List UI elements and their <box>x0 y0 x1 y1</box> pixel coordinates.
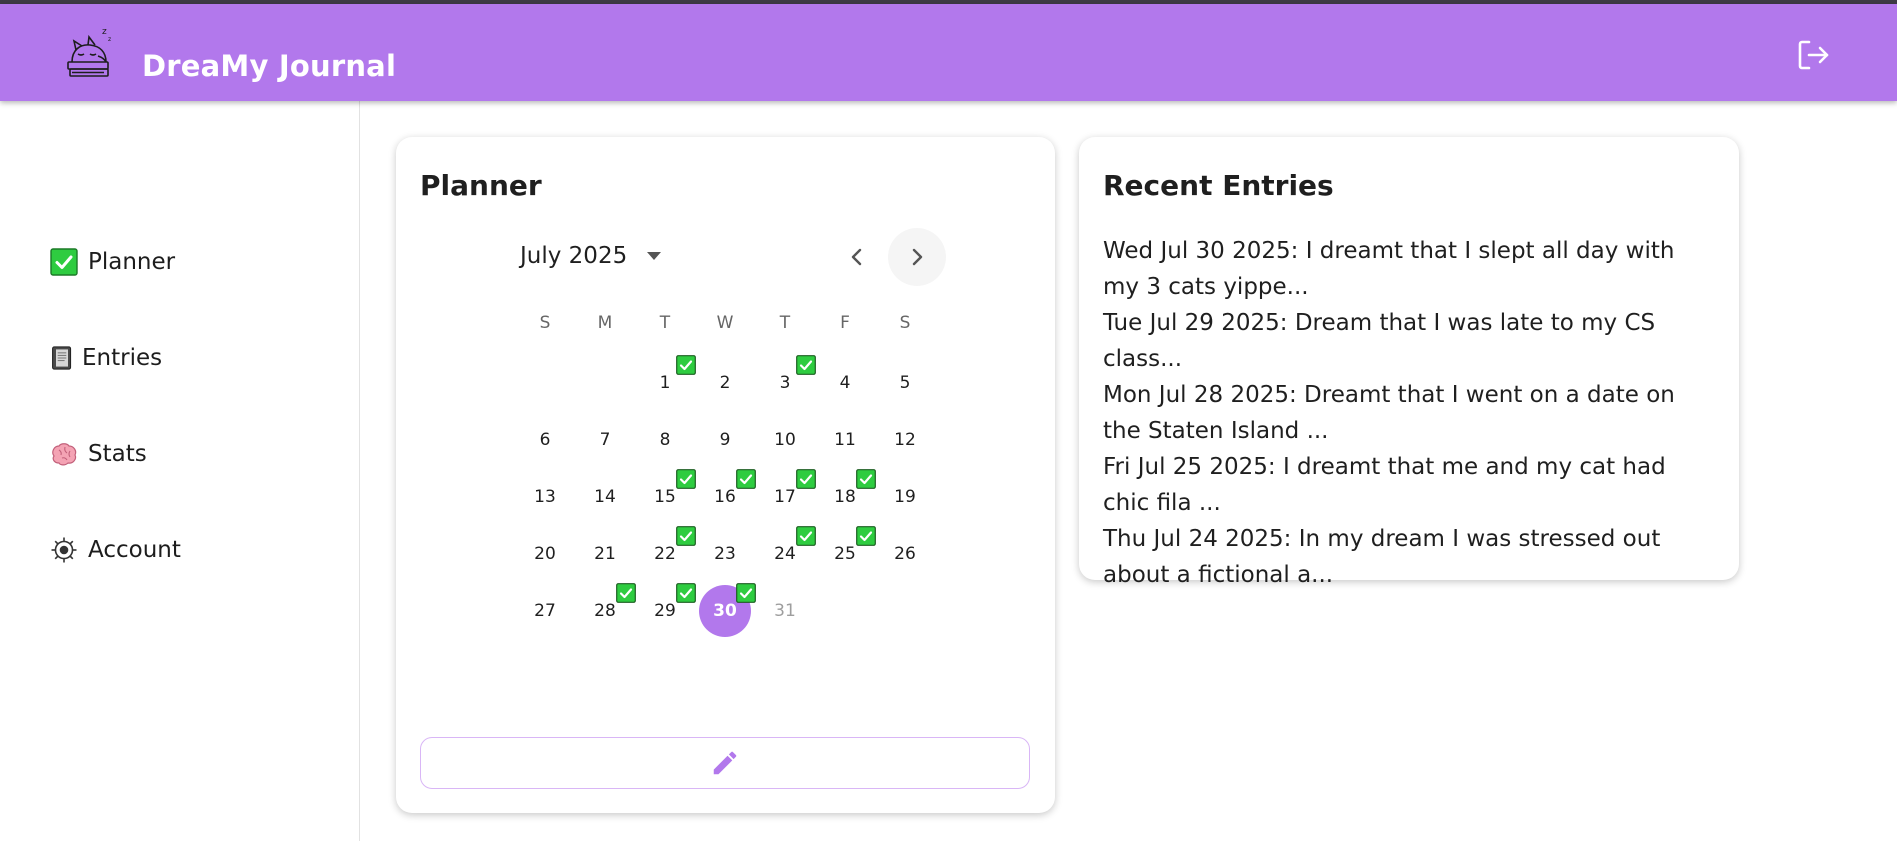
recent-entry[interactable]: Wed Jul 30 2025: I dreamt that I slept a… <box>1103 233 1715 305</box>
calendar-day[interactable]: 7 <box>579 414 631 466</box>
entry-checkmark-icon <box>616 583 636 603</box>
sidebar: Planner Entries Stats Account <box>0 101 360 841</box>
planner-card: Planner July 2025 SMTWTFS 1 2 3 4 5 6 7 8 9 10 11 1… <box>396 137 1055 813</box>
calendar-day[interactable]: 8 <box>639 414 691 466</box>
recent-entry[interactable]: Mon Jul 28 2025: Dreamt that I went on a… <box>1103 377 1715 449</box>
calendar-day[interactable]: 26 <box>879 528 931 580</box>
calendar-day[interactable]: 14 <box>579 471 631 523</box>
weekday-label: W <box>716 313 734 333</box>
recent-entries-card: Recent Entries Wed Jul 30 2025: I dreamt… <box>1079 137 1739 588</box>
month-label: July 2025 <box>520 243 628 269</box>
planner-title: Planner <box>420 169 542 202</box>
weekday-label: S <box>899 313 911 333</box>
write-entry-button[interactable] <box>420 737 1030 789</box>
sidebar-item-label: Planner <box>88 249 176 275</box>
calendar-day: 31 <box>774 601 796 621</box>
calendar-day[interactable]: 21 <box>579 528 631 580</box>
weekday-label: T <box>659 313 671 333</box>
sidebar-item-label: Entries <box>82 345 163 371</box>
calendar-day[interactable]: 13 <box>519 471 571 523</box>
entry-checkmark-icon <box>796 469 816 489</box>
sidebar-item-account[interactable]: Account <box>50 530 181 570</box>
chevron-right-icon <box>912 248 923 266</box>
recent-entry[interactable]: Tue Jul 29 2025: Dream that I was late t… <box>1103 305 1715 377</box>
logout-icon[interactable] <box>1794 36 1832 74</box>
sidebar-item-entries[interactable]: Entries <box>50 338 162 378</box>
calendar-day[interactable]: 27 <box>519 585 571 637</box>
previous-month-button[interactable] <box>828 228 886 286</box>
cat-sleeping-on-books-logo-icon: z z <box>67 27 111 77</box>
calendar-day[interactable]: 12 <box>879 414 931 466</box>
weekday-label: F <box>840 313 850 333</box>
entry-checkmark-icon <box>676 583 696 603</box>
entry-checkmark-icon <box>676 526 696 546</box>
entry-checkmark-icon <box>676 469 696 489</box>
caret-down-icon <box>647 252 662 260</box>
calendar-day[interactable]: 19 <box>879 471 931 523</box>
notebook-icon <box>52 346 72 370</box>
calendar-day[interactable]: 9 <box>699 414 751 466</box>
calendar-day[interactable]: 5 <box>879 357 931 409</box>
entry-checkmark-icon <box>736 583 756 603</box>
brain-icon <box>52 443 77 466</box>
recent-entry[interactable]: Fri Jul 25 2025: I dreamt that me and my… <box>1103 449 1715 521</box>
checkmark-box-icon <box>50 248 78 276</box>
weekday-label: S <box>539 313 551 333</box>
next-month-button[interactable] <box>888 228 946 286</box>
entry-checkmark-icon <box>796 526 816 546</box>
entry-checkmark-icon <box>736 469 756 489</box>
sidebar-item-stats[interactable]: Stats <box>50 434 147 474</box>
pencil-icon <box>713 751 737 775</box>
entry-checkmark-icon <box>676 355 696 375</box>
sidebar-item-planner[interactable]: Planner <box>50 242 175 282</box>
calendar-day[interactable]: 4 <box>819 357 871 409</box>
gear-icon <box>51 537 77 563</box>
calendar-day[interactable]: 23 <box>699 528 751 580</box>
calendar-day[interactable]: 2 <box>699 357 751 409</box>
calendar-day[interactable]: 11 <box>819 414 871 466</box>
svg-text:z: z <box>102 27 107 37</box>
calendar-day[interactable]: 10 <box>759 414 811 466</box>
recent-entries-list: Wed Jul 30 2025: I dreamt that I slept a… <box>1103 233 1715 593</box>
entry-checkmark-icon <box>796 355 816 375</box>
svg-text:z: z <box>108 36 111 43</box>
entry-checkmark-icon <box>856 526 876 546</box>
sidebar-item-label: Account <box>88 537 181 563</box>
entry-checkmark-icon <box>856 469 876 489</box>
sidebar-item-label: Stats <box>88 441 147 467</box>
calendar-day[interactable]: 6 <box>519 414 571 466</box>
recent-entries-title: Recent Entries <box>1103 169 1334 202</box>
calendar-day[interactable]: 20 <box>519 528 571 580</box>
chevron-left-icon <box>851 248 862 266</box>
month-selector[interactable]: July 2025 <box>520 243 662 269</box>
weekday-label: T <box>779 313 791 333</box>
app-bar: z z DreaMy Journal <box>0 4 1897 101</box>
weekday-label: M <box>597 313 613 333</box>
app-title: DreaMy Journal <box>142 49 397 83</box>
recent-entry[interactable]: Thu Jul 24 2025: In my dream I was stres… <box>1103 521 1715 593</box>
